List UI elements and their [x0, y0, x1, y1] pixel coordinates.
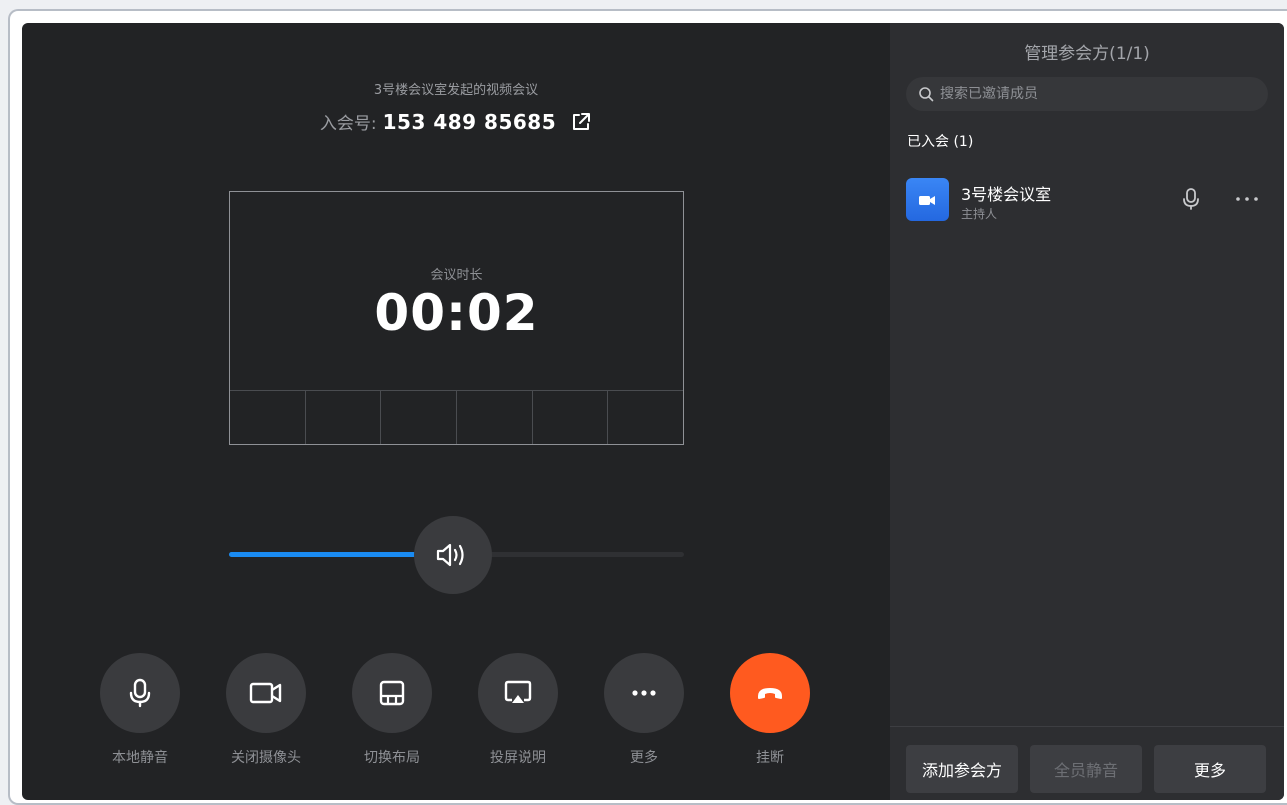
mute-label: 本地静音 — [112, 750, 168, 766]
thumbnail-slot — [381, 391, 458, 444]
add-participant-button[interactable]: 添加参会方 — [906, 745, 1018, 793]
meeting-app: 3号楼会议室发起的视频会议 入会号: 153 489 85685 会议时长 00… — [22, 23, 1284, 800]
mute-button-circle[interactable] — [100, 653, 180, 733]
camera-button-circle[interactable] — [226, 653, 306, 733]
member-avatar — [906, 178, 949, 221]
more-icon — [632, 690, 656, 696]
mute-button[interactable]: 本地静音 — [95, 653, 185, 767]
meeting-id-label: 入会号: — [319, 114, 377, 134]
more-button-circle[interactable] — [604, 653, 684, 733]
duration-timer: 00:02 — [374, 284, 539, 342]
participants-title: 管理参会方(1/1) — [1024, 44, 1150, 64]
layout-icon — [379, 680, 405, 706]
joined-section-label: 已入会 (1) — [907, 134, 974, 150]
member-mic-icon[interactable] — [1180, 187, 1202, 211]
thumbnail-strip — [230, 390, 683, 444]
participants-panel: 管理参会方(1/1) 已入会 (1) 3号楼会议室 主持人 — [890, 23, 1284, 800]
member-more-button[interactable] — [1232, 187, 1262, 211]
volume-slider-handle[interactable] — [414, 516, 492, 594]
thumbnail-slot — [230, 391, 306, 444]
layout-button-circle[interactable] — [352, 653, 432, 733]
search-icon — [919, 87, 934, 102]
hang-up-icon — [758, 688, 782, 699]
participants-footer: 添加参会方 全员静音 更多 — [890, 726, 1284, 800]
camera-button[interactable]: 关闭摄像头 — [221, 653, 311, 767]
member-row[interactable]: 3号楼会议室 主持人 — [906, 175, 1268, 221]
more-button[interactable]: 更多 — [599, 653, 689, 767]
screen-cast-label: 投屏说明 — [490, 750, 546, 766]
volume-slider-fill — [229, 552, 416, 557]
control-bar: 本地静音 关闭摄像头 切换布局 投屏说明 更多 挂断 — [22, 653, 890, 773]
meeting-stage: 3号楼会议室发起的视频会议 入会号: 153 489 85685 会议时长 00… — [22, 23, 890, 800]
share-link-icon[interactable] — [570, 111, 592, 133]
video-camera-icon — [918, 195, 935, 205]
member-role: 主持人 — [961, 207, 998, 221]
screen-cast-button[interactable]: 投屏说明 — [473, 653, 563, 767]
member-search-input[interactable] — [940, 86, 1260, 102]
mute-all-button[interactable]: 全员静音 — [1030, 745, 1142, 793]
camera-label: 关闭摄像头 — [231, 750, 301, 766]
video-preview: 会议时长 00:02 — [229, 191, 684, 445]
screen-cast-icon — [504, 680, 532, 703]
thumbnail-slot — [608, 391, 683, 444]
speaker-icon — [436, 543, 464, 567]
thumbnail-slot — [533, 391, 609, 444]
layout-label: 切换布局 — [364, 750, 420, 766]
thumbnail-slot — [457, 391, 533, 444]
more-label: 更多 — [630, 750, 658, 766]
hang-up-button[interactable]: 挂断 — [725, 653, 815, 767]
duration-label: 会议时长 — [430, 268, 483, 283]
meeting-id-value: 153 489 85685 — [382, 109, 557, 134]
sidebar-more-button[interactable]: 更多 — [1154, 745, 1266, 793]
meeting-id-row: 入会号: 153 489 85685 — [22, 109, 890, 134]
hang-up-button-circle[interactable] — [730, 653, 810, 733]
member-name: 3号楼会议室 — [961, 185, 1052, 204]
thumbnail-slot — [306, 391, 382, 444]
meeting-title: 3号楼会议室发起的视频会议 — [373, 83, 539, 98]
member-search[interactable] — [906, 77, 1268, 111]
mic-icon — [129, 678, 151, 708]
screen-cast-button-circle[interactable] — [478, 653, 558, 733]
camera-icon — [249, 682, 282, 704]
more-icon — [1236, 197, 1258, 201]
layout-button[interactable]: 切换布局 — [347, 653, 437, 767]
hang-up-label: 挂断 — [756, 750, 784, 766]
